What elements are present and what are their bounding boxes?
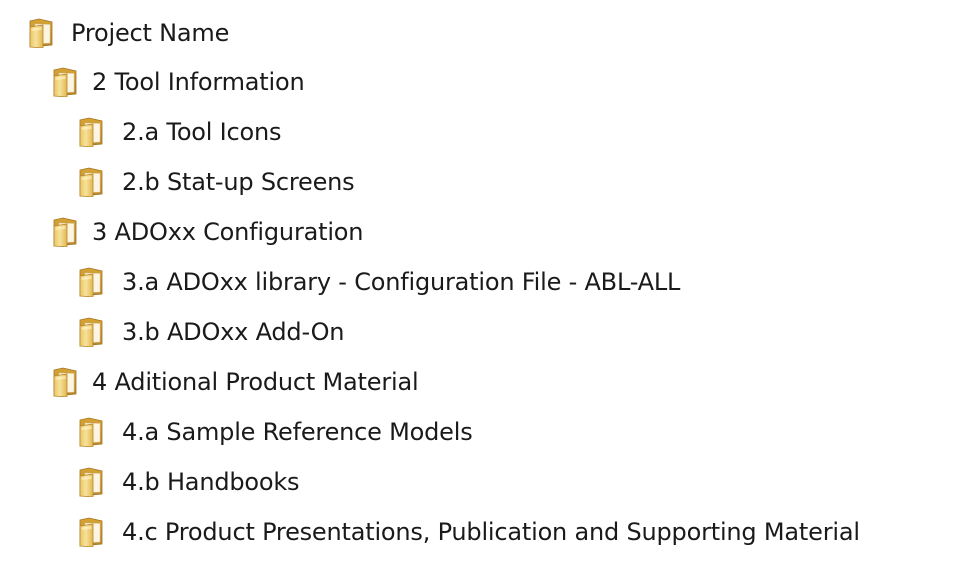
tree-item-label: 3 ADOxx Configuration [92,218,364,246]
tree-item-product-presentations[interactable]: 4.c Product Presentations, Publication a… [0,507,860,557]
tree-item-sample-reference-models[interactable]: 4.a Sample Reference Models [0,407,473,457]
tree-item-label: 3.a ADOxx library - Configuration File -… [122,268,681,296]
folder-icon [78,317,104,347]
tree-item-handbooks[interactable]: 4.b Handbooks [0,457,300,507]
tree-item-startup-screens[interactable]: 2.b Stat-up Screens [0,157,355,207]
tree-item-label: 4.c Product Presentations, Publication a… [122,518,860,546]
tree-item-adoxx-library[interactable]: 3.a ADOxx library - Configuration File -… [0,257,680,307]
tree-item-label: Project Name [71,19,230,47]
tree-item-label: 2 Tool Information [92,68,305,96]
folder-icon [52,67,78,97]
tree-item-project-name[interactable]: Project Name [0,8,229,58]
tree-item-adoxx-add-on[interactable]: 3.b ADOxx Add-On [0,307,344,357]
tree-item-adoxx-configuration[interactable]: 3 ADOxx Configuration [0,207,363,257]
tree-item-label: 4.a Sample Reference Models [122,418,473,446]
folder-icon [28,18,54,48]
tree-item-tool-icons[interactable]: 2.a Tool Icons [0,107,282,157]
folder-icon [78,167,104,197]
folder-icon [78,467,104,497]
tree-item-additional-product-material[interactable]: 4 Aditional Product Material [0,357,419,407]
folder-icon [78,117,104,147]
tree-item-label: 2.a Tool Icons [122,118,282,146]
tree-item-label: 4 Aditional Product Material [92,368,419,396]
folder-icon [52,217,78,247]
tree-item-label: 4.b Handbooks [122,468,300,496]
folder-icon [52,367,78,397]
tree-item-label: 3.b ADOxx Add-On [122,318,345,346]
folder-icon [78,267,104,297]
tree-item-label: 2.b Stat-up Screens [122,168,355,196]
folder-icon [78,517,104,547]
folder-icon [78,417,104,447]
folder-tree: Project Name 2 Tool Information 2.a Tool… [0,0,958,563]
tree-item-tool-information[interactable]: 2 Tool Information [0,57,305,107]
